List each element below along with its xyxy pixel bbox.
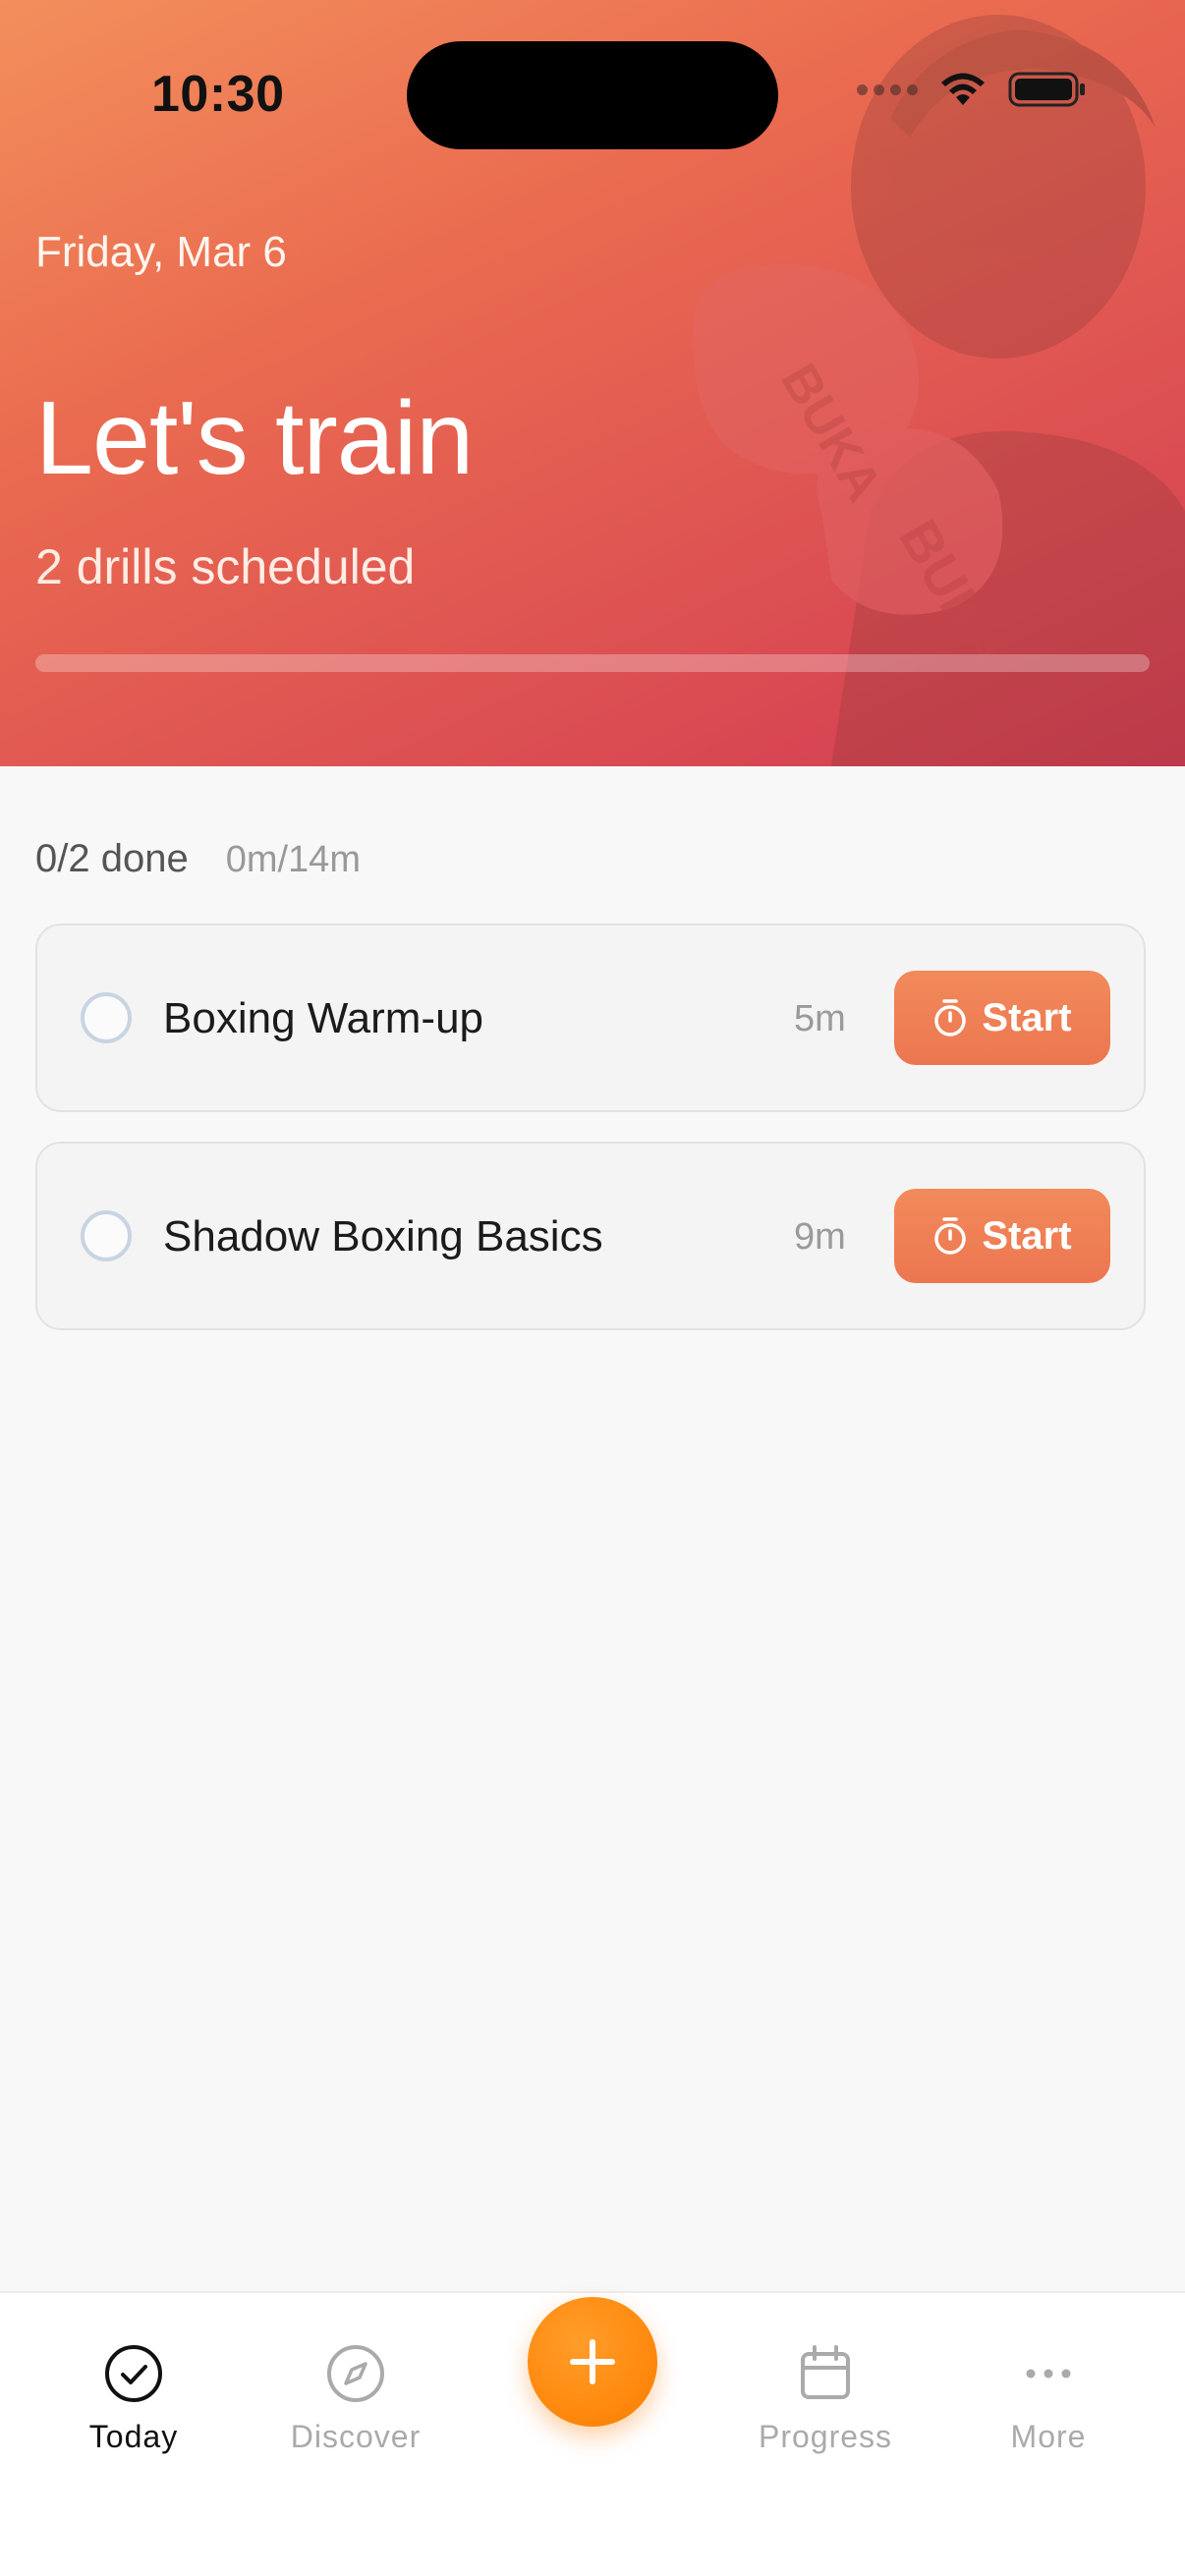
stopwatch-icon	[934, 1217, 967, 1255]
tab-label: More	[1010, 2419, 1087, 2454]
cellular-signal-icon	[857, 84, 918, 95]
status-icons	[857, 71, 1087, 108]
drill-card[interactable]: Shadow Boxing Basics 9m Start	[35, 1142, 1146, 1330]
drill-complete-checkbox[interactable]	[81, 1210, 132, 1261]
battery-icon	[1008, 72, 1085, 107]
daily-progress-bar	[35, 654, 1150, 672]
check-circle-icon	[105, 2345, 162, 2402]
tab-label: Progress	[758, 2419, 893, 2454]
tab-more[interactable]: More	[950, 2342, 1147, 2455]
start-drill-button[interactable]: Start	[894, 971, 1110, 1065]
drill-complete-checkbox[interactable]	[81, 992, 132, 1043]
tab-today[interactable]: Today	[35, 2342, 232, 2455]
start-drill-button[interactable]: Start	[894, 1189, 1110, 1283]
page-title: Let's train	[35, 380, 474, 496]
drill-duration: 9m	[794, 1216, 846, 1258]
start-button-label: Start	[982, 995, 1072, 1039]
drills-time-total: 0m/14m	[225, 839, 361, 880]
header-banner: BUKA BUKA 10:30 Friday, Mar 6 Let's trai…	[0, 0, 1185, 766]
stopwatch-icon	[934, 999, 967, 1036]
more-dots-icon	[1026, 2369, 1071, 2379]
tab-label: Discover	[290, 2419, 422, 2454]
drill-name: Shadow Boxing Basics	[163, 1212, 603, 1260]
header-subtitle: 2 drills scheduled	[35, 539, 416, 594]
drill-summary: 0/2 done 0m/14m	[35, 837, 361, 881]
drills-done-count: 0/2 done	[35, 837, 189, 880]
calendar-icon	[801, 2345, 850, 2399]
drill-card[interactable]: Boxing Warm-up 5m Start	[35, 924, 1146, 1112]
drill-duration: 5m	[794, 998, 846, 1039]
dynamic-island	[407, 41, 778, 149]
tab-progress[interactable]: Progress	[727, 2342, 924, 2455]
status-time: 10:30	[151, 66, 285, 123]
header-date: Friday, Mar 6	[35, 228, 287, 276]
drill-name: Boxing Warm-up	[163, 994, 484, 1042]
plus-icon	[570, 2339, 615, 2384]
start-button-label: Start	[982, 1213, 1072, 1258]
tab-label: Today	[88, 2419, 179, 2454]
add-drill-button[interactable]	[528, 2297, 657, 2427]
compass-icon	[327, 2345, 384, 2402]
wifi-icon	[941, 73, 985, 105]
tab-discover[interactable]: Discover	[257, 2342, 454, 2455]
